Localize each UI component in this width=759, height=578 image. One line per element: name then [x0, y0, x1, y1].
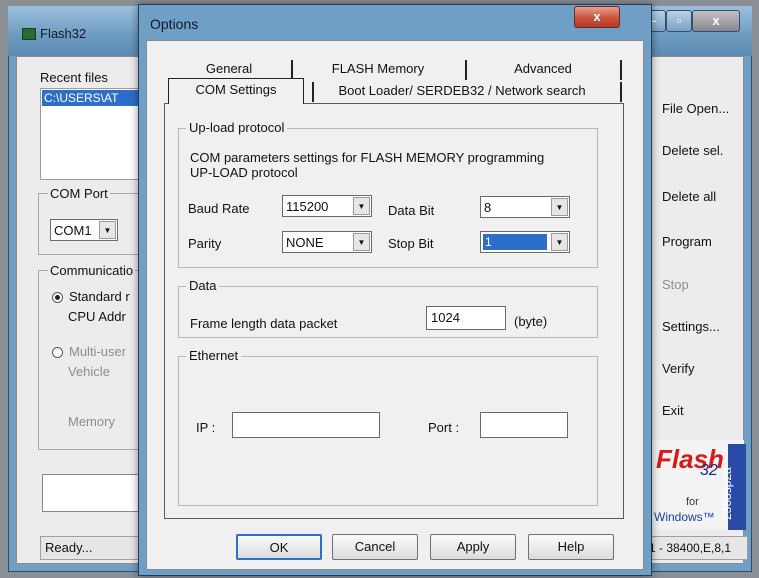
- ok-button[interactable]: OK: [236, 534, 322, 560]
- data-bit-select[interactable]: 8 ▼: [480, 196, 570, 218]
- multi-user-label: Multi-user: [69, 344, 127, 359]
- chevron-down-icon[interactable]: ▼: [551, 233, 568, 251]
- recent-files-label: Recent files: [40, 70, 108, 85]
- tab-com-settings[interactable]: COM Settings: [168, 78, 304, 104]
- frame-length-label: Frame length data packet: [190, 316, 338, 331]
- parity-select[interactable]: NONE ▼: [282, 231, 372, 253]
- recent-file-item[interactable]: C:\USERS\AT: [42, 90, 140, 106]
- frame-length-unit: (byte): [514, 314, 548, 329]
- cpu-address-label: CPU Addr: [68, 309, 126, 324]
- program-button[interactable]: Program: [652, 227, 732, 257]
- stop-bit-label: Stop Bit: [388, 236, 434, 251]
- ip-label: IP :: [196, 420, 216, 435]
- settings-button[interactable]: Settings...: [652, 312, 732, 342]
- dialog-close-icon[interactable]: x: [574, 6, 620, 28]
- exit-button[interactable]: Exit: [652, 396, 732, 426]
- serial-status-bar: 1 - 38400,E,8,1: [644, 536, 748, 560]
- port-input[interactable]: [480, 412, 568, 438]
- com-port-label: COM Port: [48, 186, 110, 201]
- com-port-select[interactable]: COM1 ▼: [50, 219, 118, 241]
- stop-bit-value: 1: [483, 234, 547, 250]
- verify-button[interactable]: Verify: [652, 354, 732, 384]
- logo-for-text: for: [686, 496, 699, 508]
- tab-divider: [620, 60, 622, 80]
- com-port-value: COM1: [54, 223, 92, 238]
- upload-protocol-legend: Up-load protocol: [186, 120, 288, 135]
- apply-button[interactable]: Apply: [430, 534, 516, 560]
- help-button[interactable]: Help: [528, 534, 614, 560]
- close-icon[interactable]: x: [692, 10, 740, 32]
- tab-divider: [465, 60, 467, 80]
- delete-selected-button[interactable]: Delete sel.: [652, 136, 732, 166]
- flash32-app-icon: [22, 28, 36, 40]
- ip-input[interactable]: [232, 412, 380, 438]
- upload-description: COM parameters settings for FLASH MEMORY…: [190, 150, 545, 165]
- baud-rate-label: Baud Rate: [188, 201, 250, 216]
- radio-icon: [52, 347, 63, 359]
- data-bit-label: Data Bit: [388, 203, 435, 218]
- radio-selected-icon: [52, 292, 63, 304]
- standard-label: Standard r: [69, 289, 130, 304]
- maximize-icon[interactable]: ▫: [666, 10, 692, 32]
- stop-bit-select[interactable]: 1 ▼: [480, 231, 570, 253]
- baud-rate-select[interactable]: 115200 ▼: [282, 195, 372, 217]
- frame-length-input[interactable]: 1024: [426, 306, 506, 330]
- chevron-down-icon[interactable]: ▼: [353, 197, 370, 215]
- chevron-down-icon[interactable]: ▼: [551, 198, 568, 216]
- message-box: [42, 474, 142, 512]
- upload-description-2: UP-LOAD protocol: [190, 165, 298, 180]
- tab-advanced[interactable]: Advanced: [470, 58, 616, 80]
- parity-label: Parity: [188, 236, 222, 251]
- parity-value: NONE: [286, 235, 324, 250]
- tab-boot-loader[interactable]: Boot Loader/ SERDEB32 / Network search: [314, 80, 610, 102]
- multi-user-radio[interactable]: Multi-user: [52, 344, 126, 359]
- data-bit-value: 8: [484, 200, 492, 215]
- options-dialog-title: Options: [150, 16, 199, 32]
- data-legend: Data: [186, 278, 220, 293]
- status-bar: Ready...: [40, 536, 142, 560]
- delete-all-button[interactable]: Delete all: [652, 182, 732, 212]
- chevron-down-icon[interactable]: ▼: [99, 221, 116, 239]
- standard-radio[interactable]: Standard r: [52, 289, 130, 304]
- memory-label: Memory: [68, 414, 115, 429]
- cancel-button[interactable]: Cancel: [332, 534, 418, 560]
- tab-divider: [620, 82, 622, 102]
- flash32-window-title: Flash32: [40, 26, 87, 41]
- baud-rate-value: 115200: [286, 199, 329, 214]
- communication-label: Communicatio: [48, 263, 136, 278]
- port-label: Port :: [428, 420, 460, 435]
- logo-32-text: 32: [700, 462, 718, 479]
- file-open-button[interactable]: File Open...: [652, 94, 732, 124]
- logo-version-text: 2368sp2a: [720, 467, 734, 520]
- tab-flash-memory[interactable]: FLASH Memory: [296, 58, 460, 80]
- stop-button[interactable]: Stop: [652, 270, 732, 300]
- vehicle-label: Vehicle: [68, 364, 110, 379]
- logo-windows-text: Windows™: [654, 510, 715, 524]
- ethernet-legend: Ethernet: [186, 348, 242, 363]
- tab-general[interactable]: General: [170, 58, 288, 80]
- chevron-down-icon[interactable]: ▼: [353, 233, 370, 251]
- tab-divider: [291, 60, 293, 80]
